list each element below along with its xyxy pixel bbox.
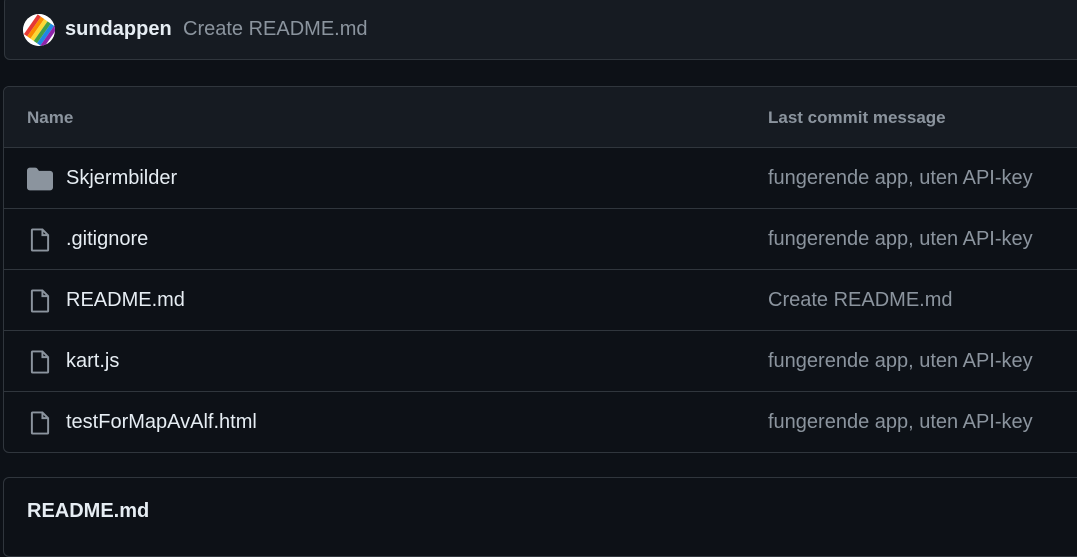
file-name-link[interactable]: kart.js — [66, 349, 119, 373]
file-name-link[interactable]: README.md — [66, 288, 185, 312]
file-name-link[interactable]: .gitignore — [66, 227, 148, 251]
file-icon — [30, 289, 50, 313]
table-row[interactable]: .gitignore fungerende app, uten API-key — [4, 209, 1077, 270]
column-header-name: Name — [27, 108, 74, 127]
table-row[interactable]: testForMapAvAlf.html fungerende app, ute… — [4, 392, 1077, 452]
commit-message-link[interactable]: fungerende app, uten API-key — [768, 410, 1033, 434]
latest-commit-bar: sundappen Create README.md — [4, 0, 1077, 60]
commit-message-link[interactable]: fungerende app, uten API-key — [768, 349, 1033, 373]
commit-message-link[interactable]: fungerende app, uten API-key — [768, 166, 1033, 190]
folder-icon — [27, 167, 53, 191]
table-row[interactable]: README.md Create README.md — [4, 270, 1077, 331]
readme-panel: README.md — [3, 477, 1077, 557]
avatar[interactable] — [23, 14, 55, 46]
commit-message[interactable]: Create README.md — [183, 17, 368, 41]
commit-author[interactable]: sundappen — [65, 17, 172, 41]
table-row[interactable]: Skjermbilder fungerende app, uten API-ke… — [4, 148, 1077, 209]
commit-message-link[interactable]: Create README.md — [768, 288, 953, 312]
file-name-link[interactable]: testForMapAvAlf.html — [66, 410, 257, 434]
readme-title-link[interactable]: README.md — [27, 500, 149, 523]
column-header-last-commit-message: Last commit message — [768, 108, 946, 127]
table-row[interactable]: kart.js fungerende app, uten API-key — [4, 331, 1077, 392]
file-icon — [30, 350, 50, 374]
avatar-image — [23, 14, 55, 46]
file-table-header: Name Last commit message — [4, 87, 1077, 148]
file-icon — [30, 228, 50, 252]
commit-message-link[interactable]: fungerende app, uten API-key — [768, 227, 1033, 251]
file-name-link[interactable]: Skjermbilder — [66, 166, 177, 190]
file-table: Name Last commit message Skjermbilder fu… — [3, 86, 1077, 453]
file-icon — [30, 411, 50, 435]
